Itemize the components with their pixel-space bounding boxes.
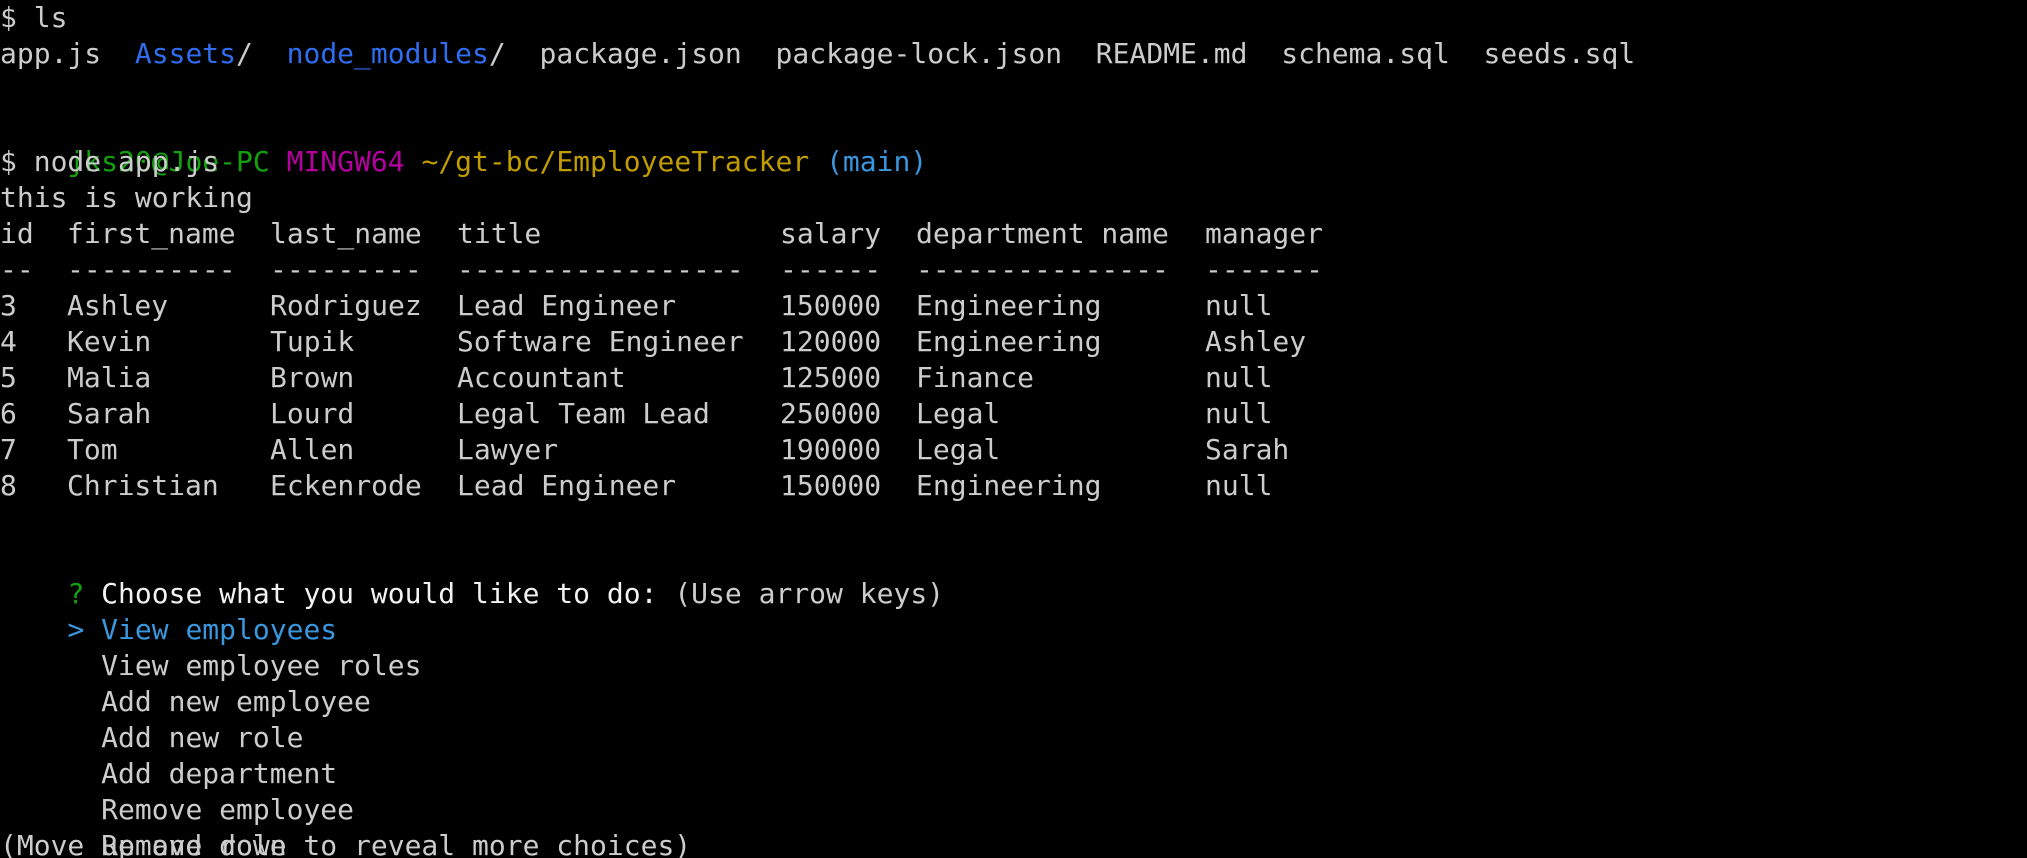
table-divider-cell: ----------------- [457, 253, 744, 286]
table-cell: Rodriguez [270, 289, 422, 322]
menu-choice[interactable]: Add new employee [0, 648, 371, 718]
menu-hint: (Use arrow keys) [674, 577, 945, 610]
table-cell: 120000 [780, 325, 882, 358]
table-cell: 5 [0, 361, 17, 394]
table-cell: Legal [916, 433, 1001, 466]
shell-prompt: jks20@Joe-PC MINGW64 ~/gt-bc/EmployeeTra… [0, 108, 927, 178]
ls-file-entry: package.json [539, 37, 742, 70]
node-command-line: $ node app.js [0, 145, 220, 178]
table-row: 4 Kevin Tupik Software Engineer 120000 E… [0, 324, 1306, 360]
table-row: 3 Ashley Rodriguez Lead Engineer 150000 … [0, 288, 1272, 324]
status-message: this is working [0, 181, 253, 214]
ls-directory-entry: Assets [134, 37, 237, 70]
ls-command-line: $ ls [0, 1, 68, 34]
table-cell: Legal Team Lead [457, 397, 710, 430]
table-cell: Lead Engineer [457, 469, 677, 502]
table-cell: Tupik [270, 325, 355, 358]
menu-choice[interactable]: Remove employee [0, 756, 354, 826]
prompt-system: MINGW64 [286, 145, 405, 178]
ls-file-entry: schema.sql [1281, 37, 1450, 70]
table-cell: 8 [0, 469, 17, 502]
table-header-cell: id [0, 217, 34, 250]
table-divider-cell: ------ [780, 253, 882, 286]
table-row: 5 Malia Brown Accountant 125000 Finance … [0, 360, 1272, 396]
menu-choice[interactable]: Add department [0, 720, 337, 790]
table-cell: Tom [67, 433, 118, 466]
table-cell: null [1205, 361, 1273, 394]
table-cell: Lourd [270, 397, 355, 430]
ls-separator [1062, 36, 1096, 72]
table-cell: Ashley [1205, 325, 1307, 358]
table-header-cell: last_name [270, 217, 422, 250]
table-header-cell: salary [780, 217, 882, 250]
table-cell: Malia [67, 361, 152, 394]
table-cell: null [1205, 289, 1273, 322]
menu-footer: (Move up and down to reveal more choices… [0, 829, 692, 858]
table-divider-cell: --------- [270, 253, 422, 286]
table-cell: Lawyer [457, 433, 559, 466]
table-cell: Eckenrode [270, 469, 422, 502]
table-cell: 7 [0, 433, 17, 466]
ls-separator: / [488, 37, 540, 70]
ls-separator [742, 36, 776, 72]
table-cell: null [1205, 469, 1273, 502]
table-row: 8 Christian Eckenrode Lead Engineer 1500… [0, 468, 1272, 504]
ls-separator [1450, 36, 1484, 72]
table-cell: 125000 [780, 361, 882, 394]
table-header-cell: title [457, 217, 542, 250]
menu-choice-selected[interactable]: > View employees [0, 576, 337, 646]
table-cell: Sarah [67, 397, 152, 430]
table-cell: 250000 [780, 397, 882, 430]
table-cell: Accountant [457, 361, 626, 394]
table-cell: Legal [916, 397, 1001, 430]
table-cell: 150000 [780, 469, 882, 502]
table-divider-cell: ------- [1205, 253, 1324, 286]
table-cell: Christian [67, 469, 219, 502]
table-cell: Kevin [67, 325, 152, 358]
ls-output-line: app.js Assets/ node_modules/ package.jso… [0, 36, 1635, 72]
table-divider-row: -- ---------- --------- ----------------… [0, 252, 1323, 288]
table-cell: Finance [916, 361, 1035, 394]
table-cell: 6 [0, 397, 17, 430]
table-header-row: id first_name last_name title salary dep… [0, 216, 1323, 252]
table-cell: null [1205, 397, 1273, 430]
prompt-branch: (main) [826, 145, 928, 178]
table-cell: Engineering [916, 289, 1102, 322]
table-divider-cell: -- [0, 253, 34, 286]
table-header-cell: manager [1205, 217, 1324, 250]
prompt-path: ~/gt-bc/EmployeeTracker [421, 145, 810, 178]
ls-separator: / [236, 37, 287, 70]
table-cell: 150000 [780, 289, 882, 322]
table-cell: Software Engineer [457, 325, 744, 358]
table-divider-cell: --------------- [916, 253, 1169, 286]
ls-separator [101, 36, 135, 72]
table-cell: Allen [270, 433, 355, 466]
table-divider-cell: ---------- [67, 253, 236, 286]
table-cell: Sarah [1205, 433, 1290, 466]
ls-file-entry: package-lock.json [775, 37, 1063, 70]
terminal-window[interactable]: $ ls app.js Assets/ node_modules/ packag… [0, 0, 2027, 858]
ls-directory-entry: node_modules [286, 37, 489, 70]
table-cell: 190000 [780, 433, 882, 466]
ls-file-entry: app.js [0, 37, 102, 70]
menu-question-line: ? Choose what you would like to do: (Use… [0, 540, 944, 610]
menu-choice[interactable]: Remove role [0, 792, 286, 858]
ls-file-entry: seeds.sql [1483, 37, 1636, 70]
table-cell: Engineering [916, 325, 1102, 358]
table-cell: Ashley [67, 289, 169, 322]
table-cell: 3 [0, 289, 17, 322]
ls-file-entry: README.md [1095, 37, 1248, 70]
table-header-cell: department name [916, 217, 1169, 250]
table-cell: Brown [270, 361, 355, 394]
table-header-cell: first_name [67, 217, 236, 250]
table-cell: Engineering [916, 469, 1102, 502]
ls-separator [1248, 36, 1282, 72]
table-cell: 4 [0, 325, 17, 358]
table-cell: Lead Engineer [457, 289, 677, 322]
table-row: 6 Sarah Lourd Legal Team Lead 250000 Leg… [0, 396, 1272, 432]
table-row: 7 Tom Allen Lawyer 190000 Legal Sarah [0, 432, 1289, 468]
menu-choice[interactable]: View employee roles [0, 612, 421, 682]
menu-choice[interactable]: Add new role [0, 684, 303, 754]
